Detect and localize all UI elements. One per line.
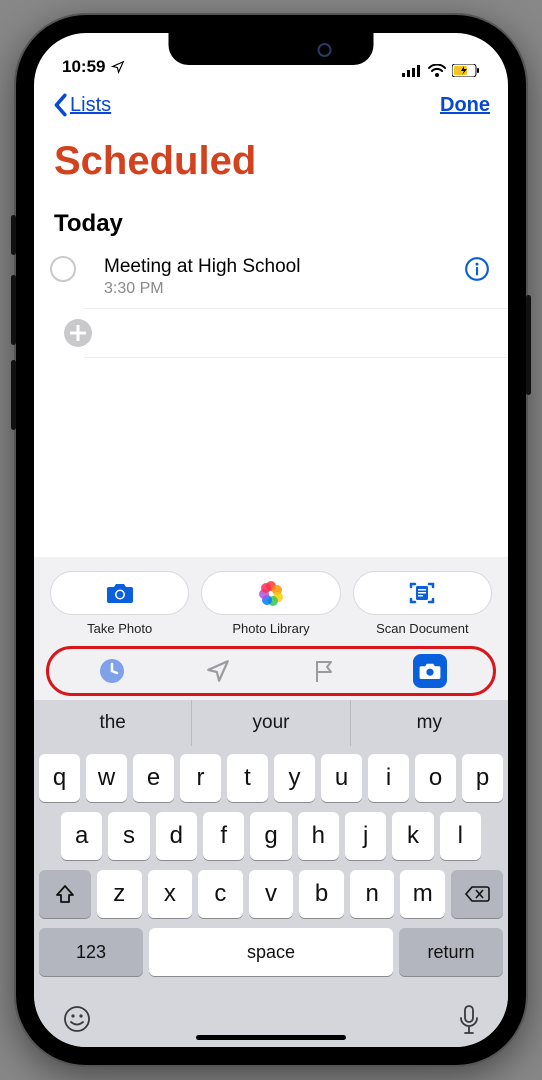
- location-button[interactable]: [201, 654, 235, 688]
- volume-down-button: [11, 360, 16, 430]
- delete-icon: [464, 884, 490, 904]
- keyboard-suggestions: the your my: [34, 700, 508, 746]
- chevron-left-icon: [52, 93, 68, 117]
- wifi-icon: [428, 64, 446, 77]
- mic-icon: [458, 1004, 480, 1036]
- return-key[interactable]: return: [399, 928, 503, 976]
- key-x[interactable]: x: [148, 870, 193, 918]
- key-h[interactable]: h: [298, 812, 339, 860]
- schedule-button[interactable]: [95, 654, 129, 688]
- key-u[interactable]: u: [321, 754, 362, 802]
- nav-bar: Lists Done: [34, 79, 508, 121]
- key-c[interactable]: c: [198, 870, 243, 918]
- key-m[interactable]: m: [400, 870, 445, 918]
- suggestion-2[interactable]: your: [192, 700, 350, 746]
- numbers-key[interactable]: 123: [39, 928, 143, 976]
- clock-icon: [98, 657, 126, 685]
- emoji-icon: [62, 1004, 92, 1034]
- scan-document-label: Scan Document: [376, 621, 469, 636]
- dictation-button[interactable]: [458, 1004, 480, 1041]
- key-s[interactable]: s: [108, 812, 149, 860]
- key-p[interactable]: p: [462, 754, 503, 802]
- key-r[interactable]: r: [180, 754, 221, 802]
- key-b[interactable]: b: [299, 870, 344, 918]
- key-w[interactable]: w: [86, 754, 127, 802]
- suggestion-3[interactable]: my: [351, 700, 508, 746]
- flag-button[interactable]: [307, 654, 341, 688]
- info-button[interactable]: [464, 256, 490, 287]
- photo-library-button[interactable]: Photo Library: [201, 571, 340, 636]
- scan-icon: [408, 580, 436, 606]
- location-icon: [111, 60, 125, 74]
- reminder-toolbar-highlight: [34, 644, 508, 700]
- notch: [169, 33, 374, 65]
- plus-icon: [64, 319, 92, 347]
- home-indicator[interactable]: [196, 1035, 346, 1040]
- key-q[interactable]: q: [39, 754, 80, 802]
- key-a[interactable]: a: [61, 812, 102, 860]
- photo-library-icon: [257, 579, 285, 607]
- back-button[interactable]: Lists: [52, 93, 111, 117]
- spacer: [34, 358, 508, 557]
- status-time: 10:59: [62, 57, 105, 77]
- reminder-time: 3:30 PM: [104, 278, 450, 298]
- take-photo-button[interactable]: Take Photo: [50, 571, 189, 636]
- done-button[interactable]: Done: [440, 94, 490, 117]
- key-n[interactable]: n: [350, 870, 395, 918]
- cellular-icon: [402, 65, 422, 77]
- flag-icon: [312, 658, 336, 684]
- key-v[interactable]: v: [249, 870, 294, 918]
- key-i[interactable]: i: [368, 754, 409, 802]
- key-g[interactable]: g: [250, 812, 291, 860]
- reminder-toolbar: [46, 646, 496, 696]
- key-d[interactable]: d: [156, 812, 197, 860]
- section-header: Today: [34, 194, 508, 246]
- key-k[interactable]: k: [392, 812, 433, 860]
- camera-fill-icon: [418, 661, 442, 681]
- delete-key[interactable]: [451, 870, 503, 918]
- back-label: Lists: [70, 94, 111, 117]
- battery-icon: [452, 64, 480, 77]
- key-f[interactable]: f: [203, 812, 244, 860]
- key-l[interactable]: l: [440, 812, 481, 860]
- location-arrow-icon: [205, 658, 231, 684]
- attachment-options: Take Photo Photo Library: [34, 557, 508, 644]
- add-reminder-row[interactable]: [84, 309, 508, 358]
- shift-key[interactable]: [39, 870, 91, 918]
- key-e[interactable]: e: [133, 754, 174, 802]
- space-key[interactable]: space: [149, 928, 393, 976]
- camera-icon: [105, 581, 135, 605]
- scan-document-button[interactable]: Scan Document: [353, 571, 492, 636]
- key-j[interactable]: j: [345, 812, 386, 860]
- screen: 10:59 Lists: [34, 33, 508, 1047]
- keyboard: q w e r t y u i o p a s d f g h j k l: [34, 746, 508, 990]
- reminder-title: Meeting at High School: [104, 256, 450, 278]
- silent-switch: [11, 215, 16, 255]
- emoji-button[interactable]: [62, 1004, 92, 1041]
- reminder-row[interactable]: Meeting at High School 3:30 PM: [84, 246, 508, 309]
- info-icon: [464, 256, 490, 282]
- page-title: Scheduled: [34, 121, 508, 194]
- key-y[interactable]: y: [274, 754, 315, 802]
- key-t[interactable]: t: [227, 754, 268, 802]
- photo-library-label: Photo Library: [232, 621, 309, 636]
- volume-up-button: [11, 275, 16, 345]
- suggestion-1[interactable]: the: [34, 700, 192, 746]
- key-z[interactable]: z: [97, 870, 142, 918]
- power-button: [526, 295, 531, 395]
- phone-frame: 10:59 Lists: [16, 15, 526, 1065]
- shift-icon: [54, 883, 76, 905]
- camera-button[interactable]: [413, 654, 447, 688]
- take-photo-label: Take Photo: [87, 621, 152, 636]
- key-o[interactable]: o: [415, 754, 456, 802]
- complete-toggle[interactable]: [50, 256, 76, 282]
